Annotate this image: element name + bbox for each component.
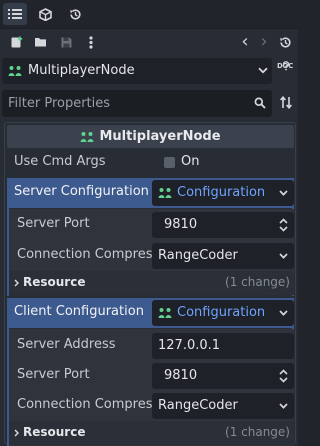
connection-compression-dropdown[interactable]: RangeCoder bbox=[152, 393, 294, 419]
server-address-property: Server Address 127.0.0.1 bbox=[9, 331, 294, 361]
resource-section[interactable]: Resource (1 change) bbox=[9, 421, 294, 445]
multiplayer-node-icon bbox=[8, 65, 22, 77]
chevron-right-icon bbox=[14, 279, 19, 287]
save-icon bbox=[60, 36, 73, 49]
open-resource-button[interactable] bbox=[32, 33, 50, 51]
sort-icon bbox=[280, 96, 292, 109]
node-cube-icon bbox=[38, 7, 52, 21]
stepper-icon[interactable] bbox=[279, 369, 288, 383]
nav-forward-button[interactable]: › bbox=[255, 33, 273, 51]
multiplayer-node-icon bbox=[80, 131, 94, 143]
property-label: Connection Compres bbox=[17, 247, 153, 262]
property-label: Connection Compres bbox=[17, 397, 153, 412]
spinbox-value: 9810 bbox=[164, 368, 198, 383]
server-port-property: Server Port 9810 bbox=[9, 210, 294, 240]
connection-compression-dropdown[interactable]: RangeCoder bbox=[152, 243, 294, 269]
property-label: Server Port bbox=[17, 367, 90, 382]
history-icon bbox=[279, 36, 292, 49]
spinbox-value: 9810 bbox=[164, 217, 198, 232]
tab-inspector[interactable] bbox=[3, 3, 27, 25]
class-header: MultiplayerNode bbox=[7, 125, 294, 148]
inspector-toolbar: ‹ › bbox=[0, 29, 298, 55]
open-folder-icon bbox=[34, 36, 48, 48]
server-port-property: Server Port 9810 bbox=[9, 361, 294, 391]
node-name: MultiplayerNode bbox=[28, 63, 135, 78]
property-label: Server Address bbox=[17, 337, 116, 352]
server-address-field[interactable]: 127.0.0.1 bbox=[152, 333, 294, 359]
chevron-left-icon: ‹ bbox=[241, 31, 249, 52]
server-configuration-subinspector: Server Port 9810 Connection Compres Rang… bbox=[9, 209, 294, 295]
node-selector[interactable]: MultiplayerNode bbox=[2, 58, 272, 84]
filter-bar bbox=[0, 87, 298, 119]
dropdown-value: RangeCoder bbox=[158, 398, 238, 413]
inspector-list-icon bbox=[8, 8, 22, 20]
resource-label: Resource bbox=[23, 425, 86, 439]
dropdown-value: RangeCoder bbox=[158, 248, 238, 263]
new-resource-icon bbox=[10, 36, 23, 49]
dock-tab-bar bbox=[0, 0, 298, 28]
resource-type-label: Configuration bbox=[177, 185, 266, 200]
server-configuration-property[interactable]: Server Configuration Configuration bbox=[7, 178, 294, 208]
change-count: (1 change) bbox=[225, 275, 290, 289]
property-label: Server Configuration bbox=[14, 184, 149, 199]
property-label: Use Cmd Args bbox=[14, 154, 106, 169]
client-configuration-subinspector: Server Address 127.0.0.1 Server Port 981… bbox=[9, 329, 294, 446]
more-options-button[interactable] bbox=[82, 33, 100, 51]
chevron-down-icon bbox=[279, 403, 288, 409]
client-configuration-property[interactable]: Client Configuration Configuration bbox=[7, 298, 294, 328]
chevron-down-icon bbox=[279, 253, 288, 259]
node-selector-bar: MultiplayerNode DOC bbox=[0, 55, 298, 87]
save-resource-button[interactable] bbox=[57, 33, 75, 51]
chevron-down-icon bbox=[279, 190, 288, 196]
multiplayer-node-icon bbox=[158, 187, 172, 199]
connection-compression-property: Connection Compres RangeCoder bbox=[9, 241, 294, 271]
chevron-right-icon bbox=[14, 429, 19, 437]
open-documentation-button[interactable]: DOC bbox=[277, 61, 295, 81]
checkbox-value: On bbox=[181, 154, 200, 169]
chevron-down-icon bbox=[258, 67, 268, 74]
client-configuration-resource-picker[interactable]: Configuration bbox=[152, 300, 294, 326]
chevron-down-icon bbox=[279, 310, 288, 316]
stepper-icon[interactable] bbox=[279, 218, 288, 232]
resource-section[interactable]: Resource (1 change) bbox=[9, 271, 294, 295]
multiplayer-node-icon bbox=[158, 307, 172, 319]
new-resource-button[interactable] bbox=[7, 33, 25, 51]
server-configuration-resource-picker[interactable]: Configuration bbox=[152, 180, 294, 206]
field-value: 127.0.0.1 bbox=[158, 338, 221, 353]
change-count: (1 change) bbox=[225, 425, 290, 439]
resource-label: Resource bbox=[23, 275, 86, 289]
object-history-button[interactable] bbox=[276, 33, 294, 51]
sort-properties-button[interactable] bbox=[280, 96, 292, 109]
property-label: Client Configuration bbox=[14, 304, 144, 319]
search-icon bbox=[254, 97, 266, 109]
nav-back-button[interactable]: ‹ bbox=[236, 33, 254, 51]
use-cmd-args-property: Use Cmd Args On bbox=[7, 148, 294, 178]
history-icon bbox=[69, 8, 82, 21]
chevron-right-icon: › bbox=[260, 31, 268, 52]
property-label: Server Port bbox=[17, 216, 90, 231]
filter-properties-input[interactable] bbox=[2, 90, 272, 117]
help-icon bbox=[281, 61, 291, 71]
connection-compression-property: Connection Compres RangeCoder bbox=[9, 391, 294, 421]
use-cmd-args-checkbox[interactable] bbox=[164, 157, 175, 168]
tab-history[interactable] bbox=[63, 3, 87, 25]
more-kebab-icon bbox=[89, 35, 93, 49]
resource-type-label: Configuration bbox=[177, 305, 266, 320]
tab-node[interactable] bbox=[33, 3, 57, 25]
class-title: MultiplayerNode bbox=[99, 129, 221, 144]
server-port-spinbox[interactable]: 9810 bbox=[152, 363, 294, 389]
server-port-spinbox[interactable]: 9810 bbox=[152, 212, 294, 238]
